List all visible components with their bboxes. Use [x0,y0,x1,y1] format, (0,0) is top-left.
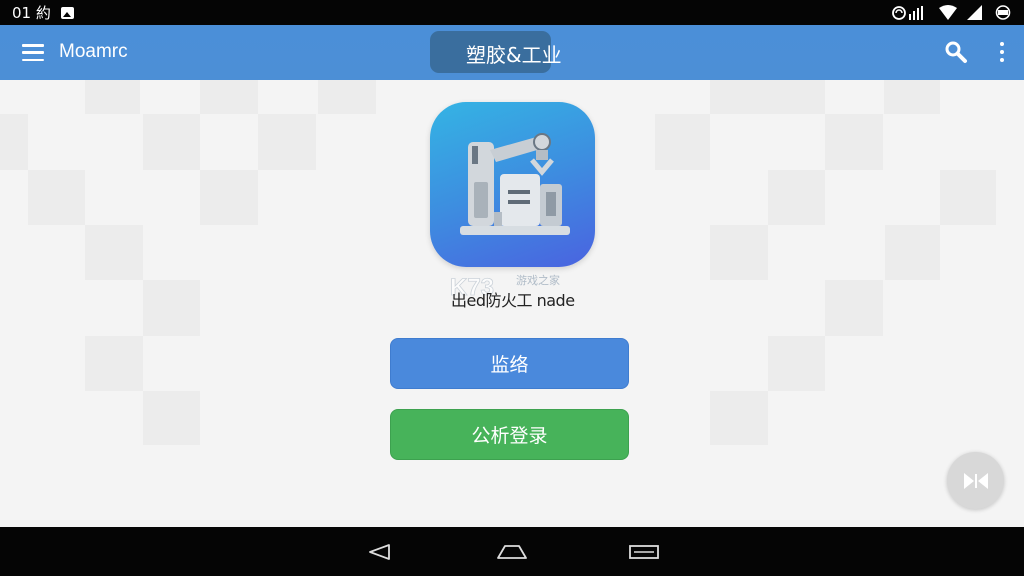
status-right [891,5,1014,21]
wifi-icon [939,5,957,20]
collapse-icon [964,473,988,489]
page-title: 塑胶&工业 [466,43,562,67]
app-name: Moamrc [59,41,128,62]
battery-icon [995,5,1011,20]
login-button[interactable]: 公析登录 [390,409,629,460]
search-icon[interactable] [944,40,968,64]
image-notification-icon [60,6,74,19]
primary-button[interactable]: 监络 [390,338,629,389]
home-icon[interactable] [496,543,528,561]
status-time: 01 約 [12,4,51,22]
navigation-bar [0,527,1024,576]
signal-icon [892,5,923,20]
robot-arm-icon [430,102,595,267]
app-caption: 出ed防火工 nade [451,291,575,310]
menu-icon[interactable] [22,44,44,61]
cell-signal-icon [967,5,982,20]
svg-text:游戏之家: 游戏之家 [516,273,560,287]
status-left: 01 約 [12,2,74,23]
recent-apps-icon[interactable] [629,544,659,560]
more-vert-icon[interactable] [998,42,1006,62]
status-bar: 01 約 [0,0,1024,25]
app-bar: Moamrc 塑胶&工业 [0,25,1024,80]
floating-action-button[interactable] [947,452,1004,509]
back-icon[interactable] [367,543,391,561]
